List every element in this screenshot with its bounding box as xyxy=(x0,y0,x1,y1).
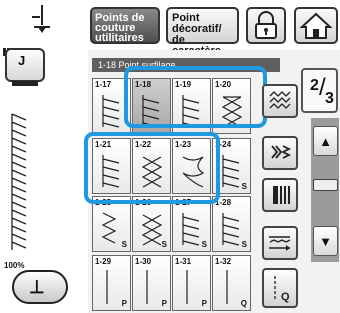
selection-highlight-top xyxy=(124,66,267,128)
scrollbar-thumb[interactable] xyxy=(313,179,338,191)
mirror-stitch-button[interactable] xyxy=(262,136,298,170)
lock-button[interactable] xyxy=(246,7,286,44)
stitch-mark: S xyxy=(241,182,247,191)
stitch-tile[interactable]: 1-30 P xyxy=(132,255,171,311)
home-button[interactable] xyxy=(294,7,338,44)
stitch-tile[interactable]: 1-28 S xyxy=(212,196,251,252)
stitch-mark: S xyxy=(121,240,127,249)
stitch-mark: P xyxy=(201,299,207,308)
needle-mode-icon xyxy=(273,186,290,204)
page-total: 3 xyxy=(325,90,334,107)
home-icon xyxy=(299,12,333,39)
stitch-tile[interactable]: 1-32 Q xyxy=(212,255,251,311)
stitch-mark: S xyxy=(161,240,167,249)
needle-position-icon xyxy=(30,3,54,42)
stitch-type-button[interactable] xyxy=(262,84,298,118)
utility-stitch-tab[interactable]: Points de couture utilitaires xyxy=(90,7,160,44)
stitch-mark: Q xyxy=(240,299,247,308)
scroll-down-button[interactable]: ▼ xyxy=(313,226,338,256)
stitch-mark: P xyxy=(121,299,127,308)
mirror-icon xyxy=(271,145,292,159)
stitch-tile[interactable]: 1-31 P xyxy=(172,255,211,311)
stitch-tile[interactable]: 1-25 S xyxy=(92,196,131,252)
presser-foot-icon xyxy=(12,76,38,94)
reverse-stitch-button[interactable]: ⊥ xyxy=(12,270,68,304)
page-indicator: 2 / 3 xyxy=(301,68,338,113)
zigzag-stitch-icon xyxy=(269,91,291,109)
zoom-level: 100% xyxy=(4,261,25,270)
stitch-preview xyxy=(8,112,32,257)
up-arrow-icon: ▲ xyxy=(319,134,332,149)
presser-foot-label: J xyxy=(18,53,26,68)
needle-mode-button[interactable] xyxy=(262,178,298,212)
utility-line-3: utilitaires xyxy=(95,32,144,44)
stitch-tile[interactable]: 1-27 S xyxy=(172,196,211,252)
stitch-tile[interactable]: 1-26 S xyxy=(132,196,171,252)
decorative-stitch-tab[interactable]: Point décoratif/ de caractère xyxy=(166,7,239,57)
stitch-mark: S xyxy=(241,240,247,249)
scroll-up-button[interactable]: ▲ xyxy=(313,126,338,156)
reverse-stitch-icon: ⊥ xyxy=(29,277,45,297)
elongation-icon xyxy=(269,236,291,251)
selection-highlight-bottom xyxy=(84,132,220,204)
down-arrow-icon: ▼ xyxy=(319,234,332,249)
stitch-mark: P xyxy=(161,299,167,308)
stitch-length-button[interactable] xyxy=(262,226,298,260)
stitch-tile[interactable]: 1-29 P xyxy=(92,255,131,311)
quilting-stitch-button[interactable]: Q xyxy=(262,268,298,308)
quilting-stitch-icon: Q xyxy=(274,276,290,303)
svg-text:Q: Q xyxy=(281,291,290,303)
lock-icon xyxy=(255,11,277,39)
stitch-mark: S xyxy=(201,240,207,249)
page-current: 2 xyxy=(310,77,319,94)
